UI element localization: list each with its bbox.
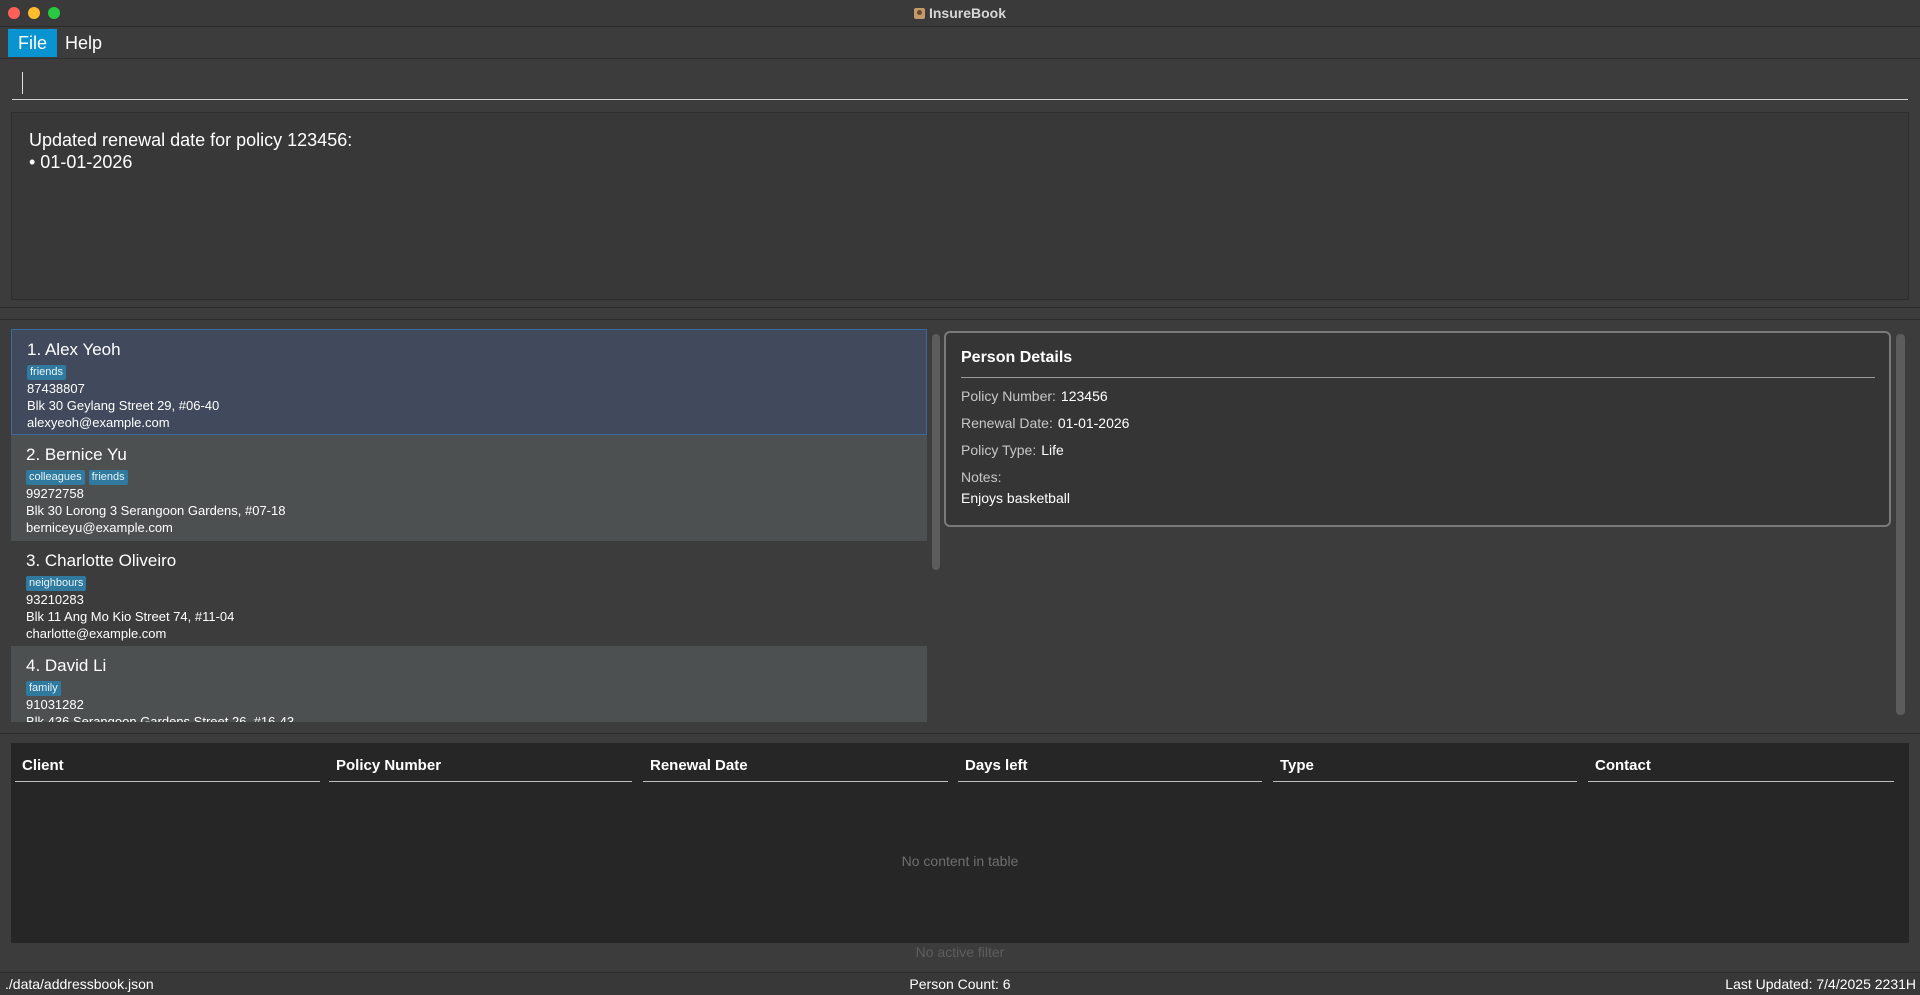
notes-row: Notes:	[961, 468, 1874, 486]
result-message: Updated renewal date for policy 123456:	[29, 130, 353, 150]
tag: family	[26, 681, 61, 696]
table-empty-message: No content in table	[901, 853, 1019, 869]
person-count: Person Count: 6	[909, 976, 1011, 992]
column-header-contact[interactable]: Contact	[1588, 757, 1894, 782]
person-details-panel: Person Details Policy Number: 123456 Rene…	[944, 331, 1891, 527]
section-divider	[0, 307, 1920, 308]
person-name: 3. Charlotte Oliveiro	[26, 551, 177, 570]
notes-label: Notes:	[961, 469, 1002, 485]
person-phone: 87438807	[27, 381, 85, 396]
result-detail: • 01-01-2026	[29, 152, 133, 172]
person-email: charlotte@example.com	[26, 626, 167, 641]
menu-file[interactable]: File	[8, 29, 58, 57]
person-name: 2. Bernice Yu	[26, 445, 127, 464]
person-phone: 93210283	[26, 592, 84, 607]
section-divider	[0, 733, 1920, 734]
tag: neighbours	[26, 576, 87, 591]
menu-bar: File Help	[0, 27, 1920, 59]
person-address: Blk 30 Lorong 3 Serangoon Gardens, #07-1…	[26, 503, 286, 518]
text-caret	[22, 72, 23, 94]
person-name: 4. David Li	[26, 656, 107, 675]
policy-type-value: Life	[1041, 442, 1064, 458]
tag-list: neighbours	[26, 573, 912, 591]
command-box[interactable]	[12, 66, 1908, 100]
menu-help[interactable]: Help	[55, 29, 112, 57]
person-name: 1. Alex Yeoh	[27, 340, 121, 359]
app-icon	[913, 8, 925, 19]
tag: friends	[27, 365, 67, 380]
policy-type-row: Policy Type: Life	[961, 441, 1874, 459]
window-title-wrap: InsureBook	[0, 5, 1920, 21]
person-address: Blk 30 Geylang Street 29, #06-40	[27, 398, 220, 413]
tag-list: family	[26, 678, 912, 696]
window-title: InsureBook	[928, 5, 1006, 21]
notes-value: Enjoys basketball	[961, 490, 1070, 506]
person-email: berniceyu@example.com	[26, 520, 173, 535]
policy-table: Client Policy Number Renewal Date Days l…	[11, 743, 1909, 943]
person-card[interactable]: 1. Alex Yeoh friends 87438807 Blk 30 Gey…	[11, 329, 927, 435]
person-list[interactable]: 1. Alex Yeoh friends 87438807 Blk 30 Gey…	[11, 329, 927, 722]
details-title: Person Details	[961, 349, 1875, 378]
tag-list: colleagues friends	[26, 467, 912, 485]
command-input[interactable]	[26, 70, 1896, 96]
person-email: alexyeoh@example.com	[27, 415, 170, 430]
policy-number-label: Policy Number:	[961, 388, 1056, 404]
details-scrollbar[interactable]	[1896, 334, 1905, 715]
status-bar: ./data/addressbook.json Person Count: 6 …	[0, 972, 1920, 995]
result-display: Updated renewal date for policy 123456: …	[11, 112, 1909, 300]
column-header-renewal-date[interactable]: Renewal Date	[643, 757, 948, 782]
person-card[interactable]: 4. David Li family 91031282 Blk 436 Sera…	[11, 646, 927, 722]
policy-number-row: Policy Number: 123456	[961, 387, 1874, 405]
policy-type-label: Policy Type:	[961, 442, 1037, 458]
renewal-date-row: Renewal Date: 01-01-2026	[961, 414, 1874, 432]
tag-list: friends	[27, 362, 911, 380]
tag: friends	[88, 470, 128, 485]
renewal-date-value: 01-01-2026	[1057, 415, 1130, 431]
person-card[interactable]: 3. Charlotte Oliveiro neighbours 9321028…	[11, 541, 927, 647]
filter-status: No active filter	[915, 944, 1005, 960]
policy-number-value: 123456	[1060, 388, 1108, 404]
last-updated: Last Updated: 7/4/2025 2231H	[1725, 976, 1916, 992]
column-header-days-left[interactable]: Days left	[958, 757, 1262, 782]
tag: colleagues	[26, 470, 85, 485]
renewal-date-label: Renewal Date:	[961, 415, 1053, 431]
person-address: Blk 11 Ang Mo Kio Street 74, #11-04	[26, 609, 235, 624]
column-header-type[interactable]: Type	[1273, 757, 1577, 782]
person-list-scrollbar[interactable]	[932, 334, 940, 570]
person-phone: 91031282	[26, 697, 84, 712]
title-bar: InsureBook	[0, 0, 1920, 27]
person-address: Blk 436 Serangoon Gardens Street 26, #16…	[26, 714, 295, 722]
column-header-policy-number[interactable]: Policy Number	[329, 757, 632, 782]
person-phone: 99272758	[26, 486, 84, 501]
section-divider	[0, 319, 1920, 320]
column-header-client[interactable]: Client	[15, 757, 320, 782]
person-card[interactable]: 2. Bernice Yu colleagues friends 99272758…	[11, 435, 927, 541]
